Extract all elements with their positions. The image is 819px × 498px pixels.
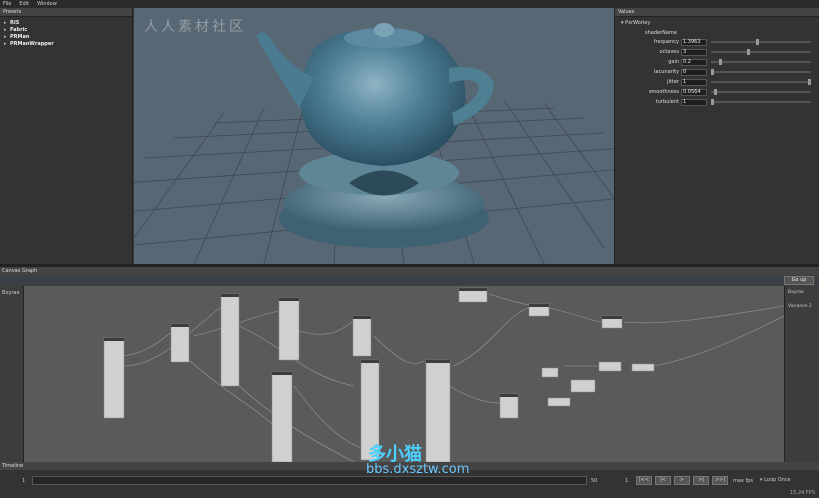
timeline-end: 50 — [591, 478, 598, 484]
step-back-button[interactable]: |< — [655, 476, 671, 485]
presets-list: ▸ RIS ▸ Fabric ▸ PRMan ▸ PRManWrapper — [0, 17, 132, 48]
graph-nodes — [103, 287, 655, 462]
presets-title: Presets — [0, 8, 132, 17]
param-octaves: octaves 3 — [615, 48, 819, 56]
graph-title: Canvas Graph — [0, 267, 819, 275]
param-value-field[interactable]: 1 — [681, 78, 707, 86]
teapot — [256, 23, 494, 248]
param-value-field[interactable]: 3 — [681, 48, 707, 56]
param-jitter: jitter 1 — [615, 78, 819, 86]
menu-bar: File Edit Window — [0, 0, 819, 8]
graph-toolbar: Go up — [0, 275, 819, 286]
slider-knob[interactable] — [756, 39, 759, 45]
slider-knob[interactable] — [747, 49, 750, 55]
graph-node — [547, 397, 571, 407]
param-value-field[interactable]: 0.0564 — [681, 88, 707, 96]
graph-node — [271, 371, 293, 462]
param-lacunarity: lacunarity 0 — [615, 68, 819, 76]
graph-node — [170, 323, 190, 363]
timeline-scrubber[interactable] — [32, 476, 587, 485]
param-slider[interactable] — [711, 69, 811, 75]
values-title: Values — [615, 8, 819, 17]
graph-node — [352, 315, 372, 357]
preset-item-fabric[interactable]: ▸ Fabric — [4, 27, 132, 34]
step-forward-button[interactable]: >| — [693, 476, 709, 485]
graph-node — [541, 367, 559, 378]
graph-node — [499, 393, 519, 419]
graph-output-ports: Bxyrae Variance 2 — [784, 286, 819, 462]
watermark-logo: 多小猫 — [368, 444, 422, 462]
graph-node — [220, 293, 240, 387]
left-port-label[interactable]: Bxyrae — [2, 290, 20, 296]
values-group[interactable]: ▾ PxrWorley — [615, 17, 819, 26]
node-graph-canvas — [103, 287, 784, 462]
param-slider[interactable] — [711, 59, 811, 65]
param-slider[interactable] — [711, 79, 811, 85]
slider-knob[interactable] — [711, 69, 714, 75]
go-start-button[interactable]: |<< — [636, 476, 652, 485]
presets-panel: Presets ▸ RIS ▸ Fabric ▸ PRMan ▸ PRManWrappe… — [0, 8, 133, 264]
preset-item-prmanwrapper[interactable]: ▸ PRManWrapper — [4, 41, 132, 48]
slider-knob[interactable] — [711, 99, 714, 105]
graph-input-ports: Bxyrae — [0, 286, 24, 462]
graph-node — [570, 379, 596, 393]
graph-node — [425, 359, 451, 462]
param-smoothness: smoothness 0.0564 — [615, 88, 819, 96]
menu-window[interactable]: Window — [37, 1, 57, 7]
graph-node — [103, 337, 125, 419]
param-value-field[interactable]: 1.3963 — [681, 38, 707, 46]
loop-mode-select[interactable]: ▾ Loop Once — [760, 476, 810, 485]
node-graph[interactable]: 多小猫 — [24, 286, 784, 462]
play-button[interactable]: > — [674, 476, 690, 485]
param-value-field[interactable]: 1 — [681, 98, 707, 106]
graph-node — [598, 361, 622, 372]
values-panel: Values ▾ PxrWorley shaderName frequency … — [614, 8, 819, 264]
preset-item-ris[interactable]: ▸ RIS — [4, 20, 132, 27]
menu-edit[interactable]: Edit — [19, 1, 29, 7]
param-frequency: frequency 1.3963 — [615, 38, 819, 46]
timeline-start: 1 — [22, 478, 26, 484]
preset-item-prman[interactable]: ▸ PRMan — [4, 34, 132, 41]
slider-knob[interactable] — [719, 59, 722, 65]
fps-readout: 15.24 FPS — [790, 490, 815, 496]
right-port-label[interactable]: Variance 2 — [788, 304, 812, 309]
3d-viewport[interactable]: 人人素材社区 — [134, 8, 614, 264]
slider-knob[interactable] — [808, 79, 811, 85]
param-value-field[interactable]: 0.2 — [681, 58, 707, 66]
max-fps-label[interactable]: max fps — [733, 478, 753, 484]
graph-node — [631, 363, 655, 372]
menu-file[interactable]: File — [3, 1, 11, 7]
go-end-button[interactable]: >>| — [712, 476, 728, 485]
watermark-url: bbs.dxsztw.com — [366, 462, 470, 477]
watermark-top: 人人素材社区 — [144, 19, 246, 35]
param-value-field[interactable]: 0 — [681, 68, 707, 76]
slider-knob[interactable] — [714, 89, 717, 95]
graph-node — [278, 297, 300, 361]
go-up-button[interactable]: Go up — [784, 276, 814, 285]
param-turbulent: turbulent 1 — [615, 98, 819, 106]
param-gain: gain 0.2 — [615, 58, 819, 66]
shader-name-label: shaderName — [645, 30, 677, 36]
viewport-scene — [134, 23, 614, 264]
param-slider[interactable] — [711, 99, 811, 105]
current-frame[interactable]: 1 — [625, 478, 628, 484]
right-port-label[interactable]: Bxyrae — [788, 290, 804, 295]
param-slider[interactable] — [711, 49, 811, 55]
param-slider[interactable] — [711, 89, 811, 95]
param-slider[interactable] — [711, 39, 811, 45]
